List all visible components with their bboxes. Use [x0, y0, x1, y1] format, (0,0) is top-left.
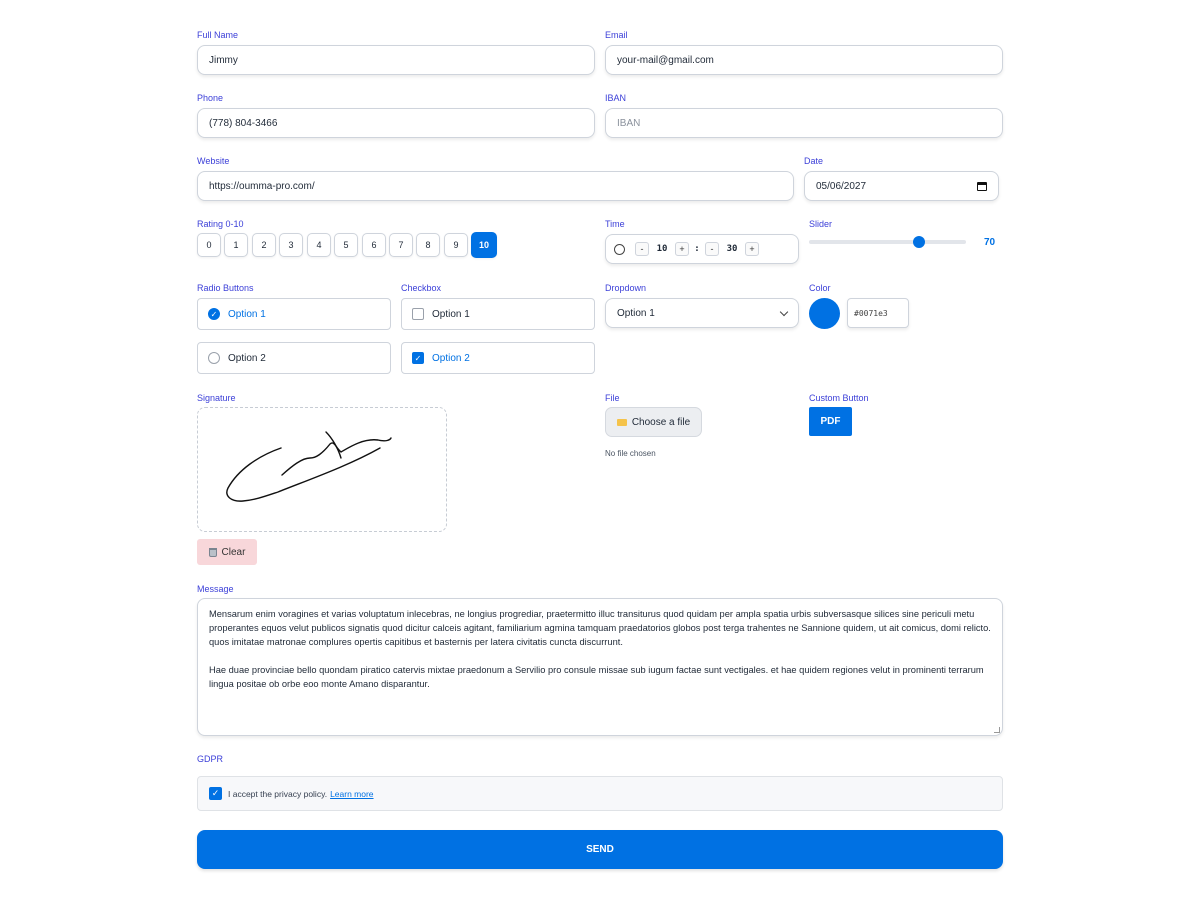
full-name-value: Jimmy: [209, 54, 238, 66]
color-swatch[interactable]: [809, 298, 840, 329]
dropdown-select[interactable]: Option 1: [605, 298, 799, 328]
choose-file-label: Choose a file: [631, 416, 691, 428]
rating-option-4[interactable]: 4: [307, 233, 331, 257]
minutes-decrement-button[interactable]: -: [705, 242, 719, 256]
rating-option-7[interactable]: 7: [389, 233, 413, 257]
minutes-value[interactable]: 30: [723, 244, 741, 254]
signature-stroke: [226, 431, 392, 502]
hours-value[interactable]: 10: [653, 244, 671, 254]
date-value: 05/06/2027: [816, 180, 867, 192]
clear-signature-button[interactable]: Clear: [197, 539, 257, 565]
trash-icon: [208, 547, 217, 557]
clear-label: Clear: [221, 546, 246, 558]
iban-label: IBAN: [605, 93, 627, 103]
minutes-increment-button[interactable]: +: [745, 242, 759, 256]
phone-input[interactable]: (778) 804-3466: [197, 108, 595, 138]
checkbox-label: Checkbox: [401, 283, 442, 293]
rating-label: Rating 0-10: [197, 219, 244, 229]
rating-option-3[interactable]: 3: [279, 233, 303, 257]
slider-label: Slider: [809, 219, 833, 229]
color-hex-value: #0071e3: [854, 308, 888, 318]
rating-option-0[interactable]: 0: [197, 233, 221, 257]
radio-option-2-label: Option 2: [228, 352, 266, 364]
signature-pad[interactable]: [197, 407, 447, 532]
resize-handle-icon[interactable]: [994, 727, 1000, 733]
gdpr-consent[interactable]: ✓ I accept the privacy policy. Learn mor…: [197, 776, 1003, 811]
iban-placeholder: IBAN: [617, 117, 641, 129]
gdpr-label: GDPR: [197, 754, 224, 764]
custom-button-label: Custom Button: [809, 393, 869, 403]
rating-option-9[interactable]: 9: [444, 233, 468, 257]
color-label: Color: [809, 283, 831, 293]
date-label: Date: [804, 156, 824, 166]
radio-label: Radio Buttons: [197, 283, 254, 293]
file-label: File: [605, 393, 620, 403]
full-name-label: Full Name: [197, 30, 239, 40]
website-input[interactable]: https://oumma-pro.com/: [197, 171, 794, 201]
chevron-down-icon: [779, 307, 789, 316]
email-label: Email: [605, 30, 628, 40]
rating-option-2[interactable]: 2: [252, 233, 276, 257]
dropdown-value: Option 1: [617, 307, 655, 319]
learn-more-link[interactable]: Learn more: [330, 789, 373, 799]
radio-option-1[interactable]: ✓ Option 1: [197, 298, 391, 330]
phone-value: (778) 804-3466: [209, 117, 278, 129]
email-input[interactable]: your-mail@gmail.com: [605, 45, 1003, 75]
folder-icon: [616, 418, 627, 426]
gdpr-text: I accept the privacy policy.: [228, 788, 328, 799]
message-paragraph-2: Hae duae provinciae bello quondam pirati…: [209, 665, 984, 689]
file-status: No file chosen: [605, 449, 656, 458]
website-value: https://oumma-pro.com/: [209, 180, 315, 192]
checkbox-option-1[interactable]: Option 1: [401, 298, 595, 330]
radio-option-2[interactable]: Option 2: [197, 342, 391, 374]
time-picker[interactable]: - 10 + : - 30 +: [605, 234, 799, 264]
rating-option-6[interactable]: 6: [362, 233, 386, 257]
choose-file-button[interactable]: Choose a file: [605, 407, 702, 437]
website-label: Website: [197, 156, 230, 166]
checkbox-option-2-label: Option 2: [432, 352, 470, 364]
full-name-input[interactable]: Jimmy: [197, 45, 595, 75]
message-textarea[interactable]: Mensarum enim voragines et varias volupt…: [197, 598, 1003, 736]
send-button[interactable]: SEND: [197, 830, 1003, 869]
radio-option-1-label: Option 1: [228, 308, 266, 320]
date-input[interactable]: 05/06/2027: [804, 171, 999, 201]
rating-option-10[interactable]: 10: [471, 232, 497, 258]
slider-track[interactable]: [809, 240, 966, 244]
slider-thumb[interactable]: [912, 236, 925, 248]
dropdown-label: Dropdown: [605, 283, 647, 293]
radio-unchecked-icon: [208, 352, 220, 364]
phone-label: Phone: [197, 93, 224, 103]
message-label: Message: [197, 584, 234, 594]
gdpr-checkbox[interactable]: ✓: [209, 787, 222, 800]
clock-icon: [614, 243, 625, 255]
checkbox-option-2[interactable]: ✓ Option 2: [401, 342, 595, 374]
email-value: your-mail@gmail.com: [617, 54, 714, 66]
hours-increment-button[interactable]: +: [675, 242, 689, 256]
checkbox-checked-icon: ✓: [412, 352, 424, 364]
color-hex-input[interactable]: #0071e3: [847, 298, 909, 328]
hours-decrement-button[interactable]: -: [635, 242, 649, 256]
checkbox-unchecked-icon: [412, 308, 424, 320]
signature-label: Signature: [197, 393, 236, 403]
radio-checked-icon: ✓: [208, 308, 220, 320]
rating-option-8[interactable]: 8: [416, 233, 440, 257]
iban-input[interactable]: IBAN: [605, 108, 1003, 138]
checkbox-option-1-label: Option 1: [432, 308, 470, 320]
rating-option-1[interactable]: 1: [224, 233, 248, 257]
time-label: Time: [605, 219, 625, 229]
time-separator: :: [694, 244, 700, 254]
slider-value: 70: [984, 237, 996, 248]
message-paragraph-1: Mensarum enim voragines et varias volupt…: [209, 609, 991, 647]
rating-option-5[interactable]: 5: [334, 233, 358, 257]
pdf-button[interactable]: PDF: [809, 407, 852, 436]
calendar-icon[interactable]: [977, 181, 987, 191]
